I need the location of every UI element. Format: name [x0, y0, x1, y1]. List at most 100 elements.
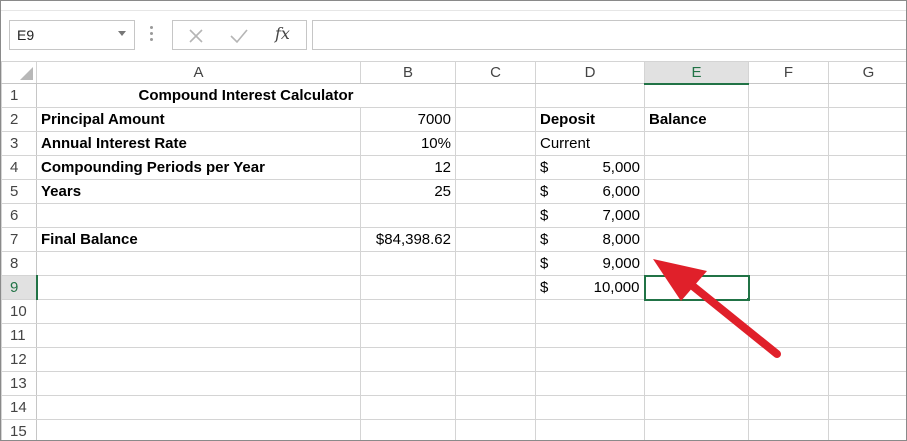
name-box-value: E9	[17, 27, 35, 43]
cell-d4[interactable]: $5,000	[535, 155, 645, 180]
name-box[interactable]: E9	[9, 20, 135, 50]
cell-g4[interactable]	[828, 155, 906, 180]
cell-d1[interactable]	[535, 83, 645, 108]
cell-f7[interactable]	[748, 227, 829, 252]
dropdown-arrow-icon[interactable]	[118, 31, 126, 36]
cell-b7[interactable]: $84,398.62	[360, 227, 456, 252]
selected-cell-e9[interactable]	[643, 274, 750, 301]
fill-handle[interactable]	[745, 296, 747, 298]
column-header-b[interactable]: B	[360, 61, 456, 84]
row-header-7[interactable]: 7	[1, 227, 37, 252]
row-header-6[interactable]: 6	[1, 203, 37, 228]
cell-b9[interactable]	[360, 275, 456, 300]
formula-bar: E9 fx	[1, 11, 906, 61]
table-row: 13	[1, 371, 906, 396]
cell-f1[interactable]	[748, 83, 829, 108]
cell-a2[interactable]: Principal Amount	[36, 107, 361, 132]
cell-c5[interactable]	[455, 179, 536, 204]
row-header-4[interactable]: 4	[1, 155, 37, 180]
cell-f4[interactable]	[748, 155, 829, 180]
cell-g3[interactable]	[828, 131, 906, 156]
row-header-13[interactable]: 13	[1, 371, 37, 396]
cell-a6[interactable]	[36, 203, 361, 228]
enter-icon[interactable]	[229, 27, 249, 45]
row-header-8[interactable]: 8	[1, 251, 37, 276]
cell-d2[interactable]: Deposit	[535, 107, 645, 132]
row-header-15[interactable]: 15	[1, 419, 37, 440]
row-header-5[interactable]: 5	[1, 179, 37, 204]
cell-a5[interactable]: Years	[36, 179, 361, 204]
column-header-d[interactable]: D	[535, 61, 645, 84]
cell-g2[interactable]	[828, 107, 906, 132]
cell-c8[interactable]	[455, 251, 536, 276]
cell-d3[interactable]: Current	[535, 131, 645, 156]
row-header-2[interactable]: 2	[1, 107, 37, 132]
cell-e6[interactable]	[644, 203, 749, 228]
cell-f5[interactable]	[748, 179, 829, 204]
cell-b5[interactable]: 25	[360, 179, 456, 204]
row-header-14[interactable]: 14	[1, 395, 37, 420]
cell-b2[interactable]: 7000	[360, 107, 456, 132]
cell-d9[interactable]: $10,000	[535, 275, 645, 300]
cell-c6[interactable]	[455, 203, 536, 228]
cell-f9[interactable]	[748, 275, 829, 300]
cell-g5[interactable]	[828, 179, 906, 204]
cell-g8[interactable]	[828, 251, 906, 276]
row-header-3[interactable]: 3	[1, 131, 37, 156]
row-header-11[interactable]: 11	[1, 323, 37, 348]
cell-a8[interactable]	[36, 251, 361, 276]
cell-e7[interactable]	[644, 227, 749, 252]
cell-e1[interactable]	[644, 83, 749, 108]
cell-e8[interactable]	[644, 251, 749, 276]
cell-b3[interactable]: 10%	[360, 131, 456, 156]
cell-g7[interactable]	[828, 227, 906, 252]
cell-a3[interactable]: Annual Interest Rate	[36, 131, 361, 156]
currency-symbol: $	[540, 207, 549, 224]
cell-f8[interactable]	[748, 251, 829, 276]
row-header-10[interactable]: 10	[1, 299, 37, 324]
cell-c1[interactable]	[455, 83, 536, 108]
cell-c4[interactable]	[455, 155, 536, 180]
cell-c3[interactable]	[455, 131, 536, 156]
cell-e4[interactable]	[644, 155, 749, 180]
cell-e3[interactable]	[644, 131, 749, 156]
cell-f2[interactable]	[748, 107, 829, 132]
cell-g6[interactable]	[828, 203, 906, 228]
cell-f6[interactable]	[748, 203, 829, 228]
column-header-c[interactable]: C	[455, 61, 536, 84]
cell-b4[interactable]: 12	[360, 155, 456, 180]
cell-c7[interactable]	[455, 227, 536, 252]
cell-g9[interactable]	[828, 275, 906, 300]
column-header-a[interactable]: A	[36, 61, 361, 84]
row-header-12[interactable]: 12	[1, 347, 37, 372]
cell-a9[interactable]	[36, 275, 361, 300]
cell-f3[interactable]	[748, 131, 829, 156]
cell-g1[interactable]	[828, 83, 906, 108]
cell-a7[interactable]: Final Balance	[36, 227, 361, 252]
cell-d5[interactable]: $6,000	[535, 179, 645, 204]
row-header-1[interactable]: 1	[1, 83, 37, 108]
table-row: 15	[1, 419, 906, 440]
cell-a4[interactable]: Compounding Periods per Year	[36, 155, 361, 180]
cell-c9[interactable]	[455, 275, 536, 300]
row-header-9[interactable]: 9	[1, 275, 38, 300]
cell-d6[interactable]: $7,000	[535, 203, 645, 228]
fx-icon[interactable]: fx	[275, 24, 290, 43]
cell-e2[interactable]: Balance	[644, 107, 749, 132]
cell-d7[interactable]: $8,000	[535, 227, 645, 252]
column-header-g[interactable]: G	[828, 61, 906, 84]
formula-input[interactable]	[312, 20, 906, 50]
cell-c2[interactable]	[455, 107, 536, 132]
column-header-e[interactable]: E	[644, 61, 749, 85]
deposit-amount: 8,000	[602, 231, 640, 248]
resize-handle-icon[interactable]	[150, 26, 154, 44]
cell-a1-title[interactable]: Compound Interest Calculator	[36, 83, 456, 108]
currency-symbol: $	[540, 183, 549, 200]
cell-e5[interactable]	[644, 179, 749, 204]
cancel-icon[interactable]	[187, 27, 205, 45]
cell-b6[interactable]	[360, 203, 456, 228]
column-header-f[interactable]: F	[748, 61, 829, 84]
cell-b8[interactable]	[360, 251, 456, 276]
cell-d8[interactable]: $9,000	[535, 251, 645, 276]
select-all-icon[interactable]	[1, 61, 37, 84]
